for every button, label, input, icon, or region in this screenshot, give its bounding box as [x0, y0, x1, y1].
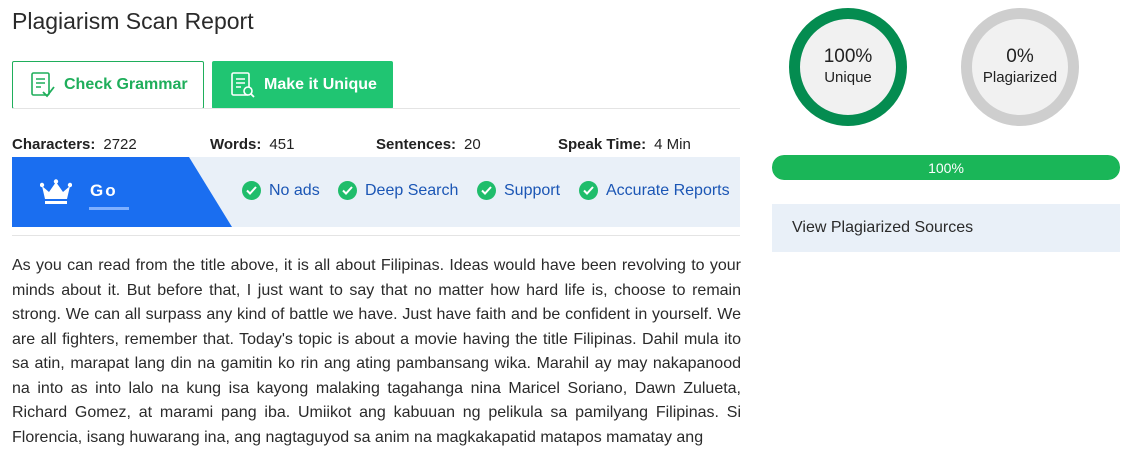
stat-label: Speak Time:: [558, 136, 647, 153]
unique-score-ring: 100% Unique: [789, 8, 907, 126]
stat-speak-time: Speak Time: 4 Min: [558, 136, 691, 153]
page-title: Plagiarism Scan Report: [12, 8, 254, 34]
feature-label: Support: [504, 181, 561, 199]
check-circle-icon: [242, 181, 261, 200]
feature-label: Deep Search: [365, 181, 459, 199]
make-unique-button[interactable]: Make it Unique: [212, 61, 393, 109]
document-check-icon: [31, 72, 55, 98]
stat-label: Characters:: [12, 136, 96, 153]
check-circle-icon: [579, 181, 598, 200]
unique-percent: 100%: [823, 46, 873, 67]
stat-value: 20: [464, 136, 481, 153]
crown-icon: [40, 179, 72, 204]
progress-fill: 100%: [772, 155, 1120, 180]
feature-label: No ads: [269, 181, 320, 199]
stat-value: 451: [269, 136, 295, 153]
check-circle-icon: [338, 181, 357, 200]
premium-banner-cta[interactable]: Go: [12, 157, 232, 227]
stat-value: 4 Min: [654, 136, 691, 153]
view-plagiarized-sources-button[interactable]: View Plagiarized Sources: [772, 204, 1120, 252]
stat-value: 2722: [103, 136, 137, 153]
make-unique-label: Make it Unique: [264, 76, 377, 93]
feature-support: Support: [477, 181, 560, 200]
divider: [12, 108, 740, 109]
document-search-icon: [231, 72, 255, 98]
divider: [12, 235, 740, 236]
go-underline: [89, 207, 129, 210]
stat-characters: Characters: 2722: [12, 136, 137, 153]
plagiarized-label: Plagiarized: [982, 69, 1058, 86]
check-grammar-label: Check Grammar: [64, 76, 188, 93]
feature-no-ads: No ads: [242, 181, 320, 200]
premium-banner[interactable]: Go No ads Deep Search Support Accurate R…: [12, 157, 740, 227]
feature-label: Accurate Reports: [606, 181, 730, 199]
unique-label: Unique: [824, 69, 872, 86]
stat-label: Words:: [210, 136, 262, 153]
check-circle-icon: [477, 181, 496, 200]
plagiarized-percent: 0%: [1006, 46, 1034, 67]
go-premium-text: Go: [90, 181, 118, 200]
stat-label: Sentences:: [376, 136, 457, 153]
stat-sentences: Sentences: 20: [376, 136, 481, 153]
uniqueness-progress-bar: 100%: [772, 155, 1120, 180]
check-grammar-button[interactable]: Check Grammar: [12, 61, 204, 109]
stat-words: Words: 451: [210, 136, 294, 153]
plagiarized-score-ring: 0% Plagiarized: [961, 8, 1079, 126]
feature-accurate-reports: Accurate Reports: [579, 181, 730, 200]
feature-deep-search: Deep Search: [338, 181, 458, 200]
scanned-text: As you can read from the title above, it…: [12, 257, 741, 446]
